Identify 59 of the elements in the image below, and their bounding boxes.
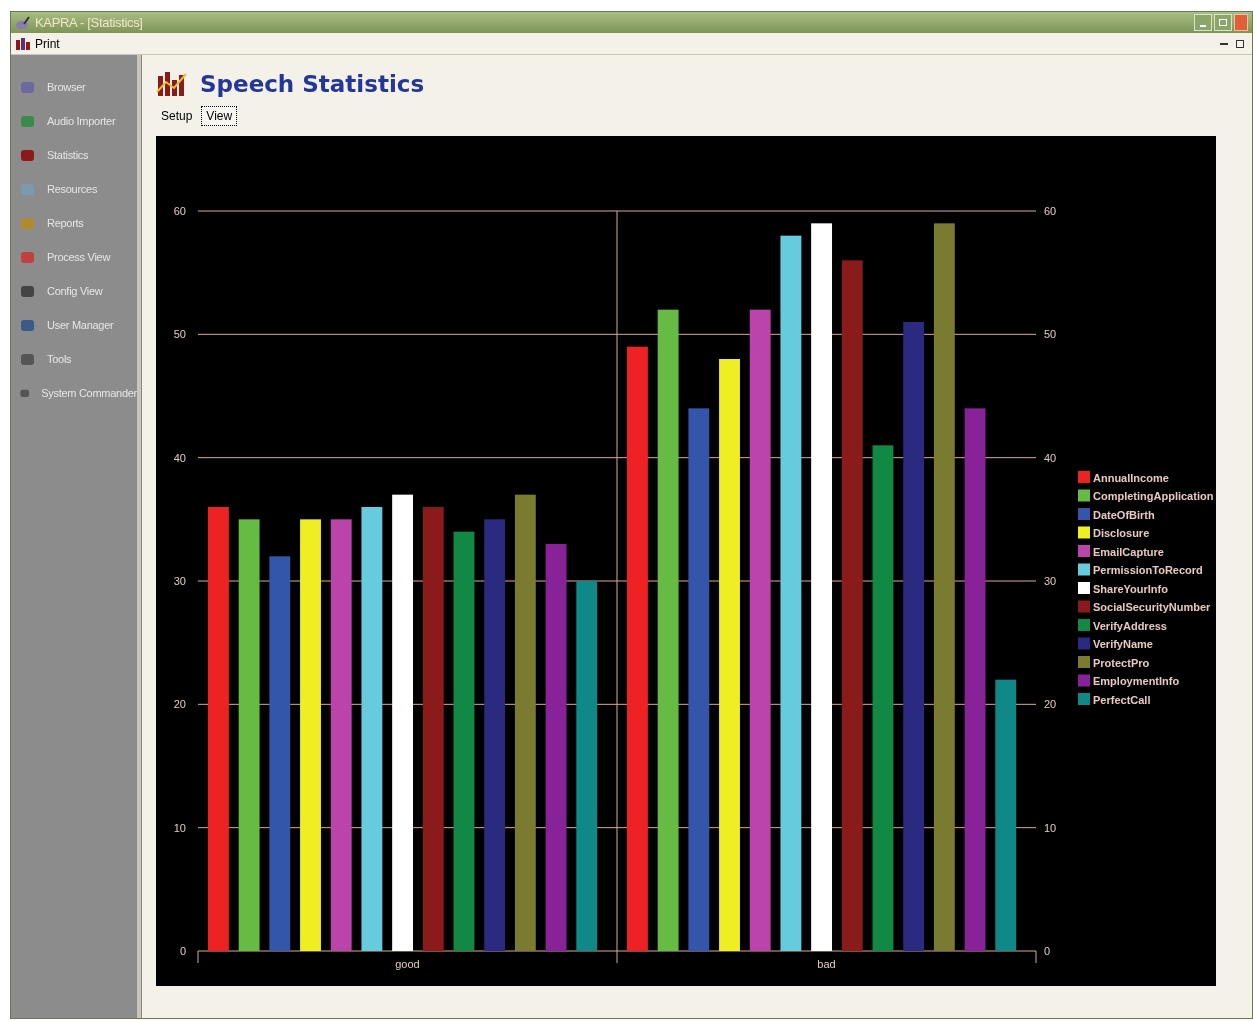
sidebar-item[interactable]: Audio Importer xyxy=(47,112,116,130)
legend-label: PermissionToRecord xyxy=(1093,564,1203,576)
menu-item[interactable]: Print xyxy=(35,34,60,53)
legend-label: VerifyName xyxy=(1093,638,1153,650)
sidebar-item[interactable]: Reports xyxy=(47,214,84,232)
close-button[interactable] xyxy=(1234,14,1248,31)
item-icon xyxy=(19,249,37,265)
axis-tick-label: 20 xyxy=(173,698,186,711)
axis-tick-label: 40 xyxy=(173,451,186,464)
item-icon xyxy=(19,351,37,367)
legend-label: CompletingApplication xyxy=(1093,490,1214,502)
minimize-button[interactable] xyxy=(1220,42,1228,45)
axis-tick-label: 10 xyxy=(1044,821,1057,834)
axis-tick-label: 20 xyxy=(1044,698,1057,711)
legend-label: EmailCapture xyxy=(1093,545,1164,558)
item-icon xyxy=(19,181,37,197)
item-icon xyxy=(19,317,37,333)
chart-icon xyxy=(156,70,188,98)
sidebar-item[interactable]: Process View xyxy=(47,248,111,266)
page-title: Speech Statistics xyxy=(200,69,425,99)
legend-label: AnnualIncome xyxy=(1093,471,1169,484)
tab[interactable]: View xyxy=(201,106,238,126)
item-icon xyxy=(19,113,37,129)
axis-tick-label: 0 xyxy=(1044,945,1051,957)
print-icon xyxy=(15,37,31,50)
item-icon xyxy=(19,283,37,299)
axis-tick-label: 50 xyxy=(173,328,186,341)
legend-label: DateOfBirth xyxy=(1093,508,1155,521)
legend-label: ProtectPro xyxy=(1093,656,1150,669)
item-icon xyxy=(19,147,37,163)
axis-tick-label: 0 xyxy=(179,945,186,957)
legend-label: VerifyAddress xyxy=(1093,619,1167,632)
category-label: good xyxy=(395,958,420,970)
legend-label: EmploymentInfo xyxy=(1093,675,1180,687)
sidebar-item[interactable]: Browser xyxy=(47,78,86,96)
item-icon xyxy=(19,79,37,95)
category-label: bad xyxy=(817,958,836,970)
window-title: KAPRA - [Statistics] xyxy=(35,13,143,32)
sidebar-item[interactable]: System Commander xyxy=(41,384,137,402)
legend-label: PerfectCall xyxy=(1093,693,1151,706)
axis-tick-label: 40 xyxy=(1044,451,1057,464)
axis-tick-label: 30 xyxy=(173,575,186,587)
app-icon xyxy=(15,15,31,30)
axis-tick-label: 30 xyxy=(1044,575,1057,587)
legend-label: ShareYourInfo xyxy=(1093,582,1168,595)
axis-tick-label: 10 xyxy=(173,821,186,834)
sidebar-item[interactable]: Tools xyxy=(47,350,72,368)
tab[interactable]: Setup xyxy=(156,106,198,126)
axis-tick-label: 60 xyxy=(1044,205,1057,217)
sidebar-item[interactable]: User Manager xyxy=(47,316,114,334)
legend-label: Disclosure xyxy=(1093,527,1150,539)
sidebar-item[interactable]: Statistics xyxy=(47,146,89,164)
axis-tick-label: 60 xyxy=(173,205,186,217)
item-icon xyxy=(19,215,37,231)
restore-button[interactable] xyxy=(1236,39,1244,48)
sidebar-item[interactable]: Config View xyxy=(47,282,103,300)
axis-tick-label: 50 xyxy=(1044,328,1057,341)
sidebar-item[interactable]: Resources xyxy=(47,180,98,198)
legend-label: SocialSecurityNumber xyxy=(1093,601,1211,613)
